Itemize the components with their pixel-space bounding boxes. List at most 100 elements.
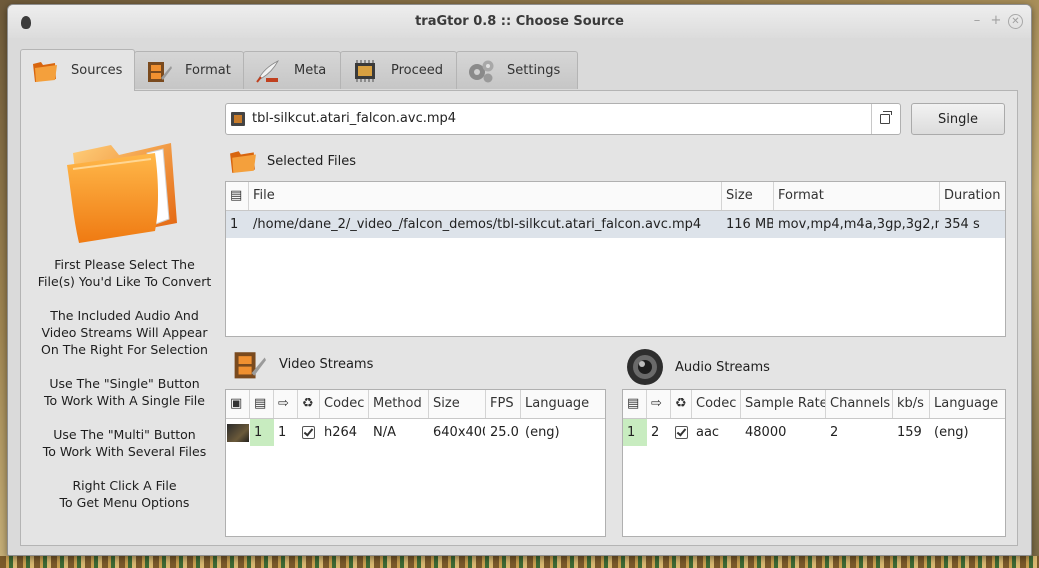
video-streams-label: Video Streams [279, 356, 374, 372]
selected-files-heading: Selected Files [227, 147, 356, 175]
film-tools-icon [148, 61, 172, 82]
video-streams-table[interactable]: ▣ ▤ ⇨ ♻ Codec Method Size FPS Language 1… [225, 389, 606, 537]
row-format: mov,mp4,m4a,3gp,3g2,mj2 [778, 217, 939, 232]
table-row[interactable]: 1 /home/dane_2/_video_/falcon_demos/tbl-… [226, 211, 1005, 238]
tab-label: Meta [294, 63, 327, 78]
quill-icon [256, 59, 279, 83]
column-header-codec[interactable]: Codec [692, 390, 741, 418]
tab-label: Sources [71, 63, 123, 78]
tab-label: Settings [507, 63, 561, 78]
window-title: traGtor 0.8 :: Choose Source [415, 14, 624, 29]
table-header: ▤ ⇨ ♻ Codec Sample Rate Channels kb/s La… [623, 390, 1005, 419]
column-header-language[interactable]: Language [521, 390, 605, 418]
maximize-icon[interactable]: + [989, 14, 1003, 28]
sources-panel: First Please Select The File(s) You'd Lik… [20, 90, 1018, 546]
selected-files-table[interactable]: ▤ File Size Format Duration 1 /home/dane… [225, 181, 1006, 337]
column-header-stream-index[interactable]: ⇨ [274, 390, 298, 418]
row-use-checkbox[interactable] [298, 419, 320, 446]
tab-format[interactable]: Format [134, 51, 244, 89]
tab-meta[interactable]: Meta [243, 51, 341, 89]
gears-icon [469, 60, 494, 82]
arrow-right-icon: ⇨ [278, 396, 289, 411]
row-codec: aac [696, 425, 720, 440]
instruction-single: Use The "Single" Button To Work With A Si… [44, 376, 205, 408]
video-thumbnail-image [227, 423, 249, 442]
browse-files-icon[interactable] [871, 104, 900, 134]
audio-streams-table[interactable]: ▤ ⇨ ♻ Codec Sample Rate Channels kb/s La… [622, 389, 1006, 537]
row-file-index: 1 [623, 419, 647, 446]
column-header-file[interactable]: File [249, 182, 722, 210]
column-header-method[interactable]: Method [369, 390, 429, 418]
image-icon: ▣ [230, 396, 243, 411]
recycle-icon: ♻ [675, 396, 687, 411]
row-use-checkbox[interactable] [671, 419, 692, 446]
main-window: traGtor 0.8 :: Choose Source – + ✕ Sourc… [7, 4, 1032, 556]
column-header-channels[interactable]: Channels [826, 390, 893, 418]
tab-sources[interactable]: Sources [20, 49, 135, 91]
file-icon: ▤ [627, 396, 640, 411]
checkbox-checked[interactable] [302, 426, 315, 439]
column-header-stream-index[interactable]: ⇨ [647, 390, 671, 418]
tab-label: Proceed [391, 63, 444, 78]
film-tools-icon [234, 352, 266, 379]
film-icon [231, 112, 245, 126]
column-header-codec[interactable]: Codec [320, 390, 369, 418]
column-header-duration[interactable]: Duration [940, 182, 1005, 210]
instruction-streams: The Included Audio And Video Streams Will… [41, 308, 208, 357]
instruction-multi: Use The "Multi" Button To Work With Sever… [42, 427, 207, 459]
row-stream-index: 1 [278, 425, 287, 440]
desktop-background [0, 556, 1039, 568]
file-icon: ▤ [230, 188, 243, 203]
instruction-right-click: Right Click A File To Get Menu Options [59, 478, 190, 510]
file-icon: ▤ [254, 396, 267, 411]
column-header-thumbnail[interactable]: ▣ [226, 390, 250, 418]
audio-streams-label: Audio Streams [675, 359, 770, 375]
row-size: 116 MB [726, 217, 774, 232]
column-header-kbps[interactable]: kb/s [893, 390, 930, 418]
table-header: ▤ File Size Format Duration [226, 182, 1005, 211]
column-header-language[interactable]: Language [930, 390, 1005, 418]
file-index-column-header[interactable]: ▤ [226, 182, 249, 210]
tab-settings[interactable]: Settings [456, 51, 578, 89]
speaker-icon [627, 349, 663, 385]
column-header-file-index[interactable]: ▤ [623, 390, 647, 418]
instruction-select: First Please Select The File(s) You'd Lik… [37, 257, 212, 289]
table-row[interactable]: 1 2 aac 48000 2 159 (eng) [623, 419, 1005, 446]
column-header-use[interactable]: ♻ [298, 390, 320, 418]
column-header-fps[interactable]: FPS [486, 390, 521, 418]
instructions-text: First Please Select The File(s) You'd Lik… [31, 256, 218, 528]
large-folder-icon [67, 143, 177, 243]
title-bar[interactable]: traGtor 0.8 :: Choose Source – + ✕ [8, 5, 1031, 38]
column-header-size[interactable]: Size [722, 182, 774, 210]
table-row[interactable]: 1 1 h264 N/A 640x400 25.0 (eng) [226, 419, 605, 446]
row-method: N/A [373, 425, 396, 440]
recycle-icon: ♻ [302, 396, 314, 411]
tab-label: Format [185, 63, 231, 78]
source-file-combo[interactable] [225, 103, 901, 135]
row-channels: 2 [830, 425, 839, 440]
row-language: (eng) [934, 425, 969, 440]
folder-icon [33, 61, 57, 82]
row-kbps: 159 [897, 425, 922, 440]
tab-proceed[interactable]: Proceed [340, 51, 457, 89]
column-header-file-index[interactable]: ▤ [250, 390, 274, 418]
single-button[interactable]: Single [911, 103, 1005, 135]
row-codec: h264 [324, 425, 358, 440]
column-header-use[interactable]: ♻ [671, 390, 692, 418]
table-header: ▣ ▤ ⇨ ♻ Codec Method Size FPS Language [226, 390, 605, 419]
source-file-input[interactable] [250, 110, 854, 127]
selected-files-label: Selected Files [267, 153, 357, 169]
minimize-icon[interactable]: – [970, 14, 984, 28]
folder-icon [230, 151, 256, 173]
row-size: 640x400 [433, 425, 486, 440]
column-header-size[interactable]: Size [429, 390, 486, 418]
checkbox-checked[interactable] [675, 426, 688, 439]
row-index: 1 [230, 217, 239, 232]
column-header-format[interactable]: Format [774, 182, 940, 210]
video-streams-heading: Video Streams [229, 347, 373, 381]
row-file-index: 1 [250, 419, 274, 446]
row-language: (eng) [525, 425, 560, 440]
close-icon[interactable]: ✕ [1008, 14, 1023, 29]
stream-thumbnail [226, 419, 250, 446]
column-header-sample-rate[interactable]: Sample Rate [741, 390, 826, 418]
